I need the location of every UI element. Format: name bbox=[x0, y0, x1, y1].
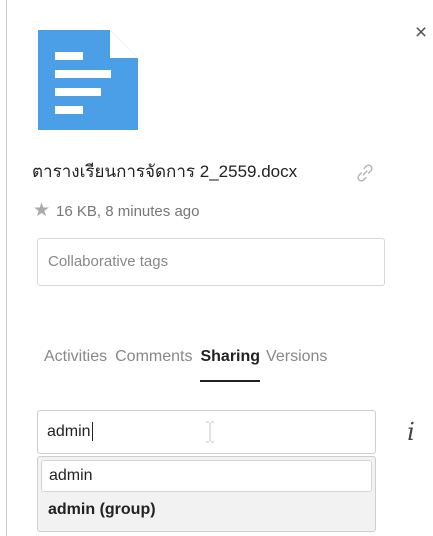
document-icon bbox=[38, 30, 138, 130]
autocomplete-dropdown: admin admin (group) bbox=[37, 456, 376, 532]
file-size-and-date: 16 KB, 8 minutes ago bbox=[56, 202, 200, 220]
file-meta: ★ 16 KB, 8 minutes ago bbox=[33, 199, 199, 223]
sidebar-border bbox=[6, 0, 7, 536]
tab-versions[interactable]: Versions bbox=[266, 348, 333, 382]
tab-activities[interactable]: Activities bbox=[44, 348, 113, 382]
star-icon[interactable]: ★ bbox=[33, 201, 50, 221]
tab-bar: Activities Comments Sharing Versions bbox=[44, 348, 335, 382]
details-sidebar: × ตารางเรียนการจัดการ 2_2559.docx ★ 16 K… bbox=[0, 0, 433, 536]
close-button[interactable]: × bbox=[410, 22, 432, 44]
suggestion-admin-group[interactable]: admin (group) bbox=[41, 495, 372, 527]
text-caret bbox=[91, 422, 93, 442]
tab-sharing[interactable]: Sharing bbox=[200, 348, 261, 382]
file-name: ตารางเรียนการจัดการ 2_2559.docx bbox=[32, 162, 298, 181]
ibeam-cursor-icon bbox=[206, 421, 214, 443]
info-icon[interactable]: i bbox=[401, 418, 421, 446]
share-input-value: admin bbox=[47, 423, 91, 440]
suggestion-admin[interactable]: admin bbox=[41, 460, 372, 492]
collaborative-tags-input[interactable]: Collaborative tags bbox=[37, 238, 385, 286]
tab-comments[interactable]: Comments bbox=[115, 348, 198, 382]
link-icon[interactable] bbox=[354, 162, 376, 184]
